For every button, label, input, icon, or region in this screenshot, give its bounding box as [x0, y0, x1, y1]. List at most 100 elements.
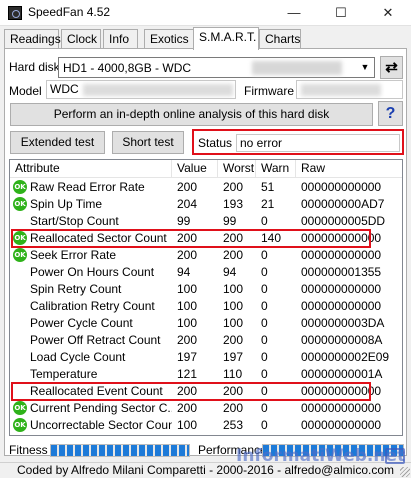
cell-attribute: Reallocated Sector Count [30, 231, 167, 245]
cell-warn: 0 [261, 265, 268, 279]
cell-warn: 0 [261, 316, 268, 330]
minimize-button[interactable]: — [271, 0, 317, 26]
cell-attribute: Spin Up Time [30, 197, 103, 211]
cell-attribute: Temperature [30, 367, 98, 381]
cell-attribute: Spin Retry Count [30, 282, 122, 296]
cell-value: 100 [177, 299, 198, 313]
cell-value: 197 [177, 350, 198, 364]
cell-warn: 0 [261, 367, 268, 381]
table-row[interactable]: Start/Stop Count 99 99 0 0000000005DD [10, 213, 402, 230]
cell-worst: 253 [223, 418, 244, 432]
hard-disk-select[interactable]: HD1 - 4000,8GB - WDC ▼ [58, 57, 375, 78]
cell-worst: 200 [223, 401, 244, 415]
resize-grip-icon[interactable] [400, 467, 410, 477]
cell-warn: 140 [261, 231, 282, 245]
column-attribute[interactable]: Attribute [10, 160, 172, 178]
tab-readings[interactable]: Readings [4, 29, 61, 49]
cell-worst: 200 [223, 333, 244, 347]
short-test-button[interactable]: Short test [112, 131, 184, 154]
watermark-monitor-icon [385, 448, 405, 464]
refresh-icon: ⇄ [385, 59, 398, 76]
cell-worst: 100 [223, 282, 244, 296]
cell-value: 204 [177, 197, 198, 211]
cell-value: 100 [177, 418, 198, 432]
model-label: Model [9, 84, 42, 98]
cell-value: 99 [177, 214, 191, 228]
tab-charts[interactable]: Charts [259, 29, 301, 49]
cell-raw: 000000000000 [301, 248, 382, 262]
table-row[interactable]: OK Raw Read Error Rate 200 200 51 00000000000… [10, 179, 402, 196]
table-row[interactable]: Power Off Retract Count 200 200 0 0000000000… [10, 332, 402, 349]
table-row[interactable]: Calibration Retry Count 100 100 0 0000000000… [10, 298, 402, 315]
column-worst[interactable]: Worst [218, 160, 256, 178]
table-row[interactable]: OK Spin Up Time 204 193 21 000000000AD7 [10, 196, 402, 213]
cell-raw: 0000000003DA [301, 316, 385, 330]
cell-worst: 200 [223, 180, 244, 194]
column-value[interactable]: Value [172, 160, 218, 178]
cell-raw: 00000000001A [301, 367, 383, 381]
cell-worst: 200 [223, 231, 244, 245]
cell-attribute: Start/Stop Count [30, 214, 119, 228]
table-row[interactable]: Reallocated Event Count 200 200 0 0000000000… [10, 383, 402, 400]
ok-status-icon: OK [13, 180, 27, 194]
cell-value: 121 [177, 367, 198, 381]
table-row[interactable]: Spin Retry Count 100 100 0 000000000000 [10, 281, 402, 298]
refresh-button[interactable]: ⇄ [380, 56, 403, 79]
cell-value: 200 [177, 231, 198, 245]
tab-exotics[interactable]: Exotics [144, 29, 194, 49]
table-row[interactable]: OK Uncorrectable Sector Count 100 253 0 00000… [10, 417, 402, 434]
status-highlight: Status no error [192, 129, 404, 155]
online-analysis-button[interactable]: Perform an in-depth online analysis of t… [10, 103, 373, 126]
cell-warn: 51 [261, 180, 275, 194]
hard-disk-label: Hard disk [9, 60, 60, 74]
column-warn[interactable]: Warn [256, 160, 296, 178]
fitness-label: Fitness [9, 443, 48, 457]
tab-info[interactable]: Info [103, 29, 138, 49]
title-bar: SpeedFan 4.52 — ☐ ✕ [0, 0, 411, 26]
cell-warn: 0 [261, 299, 268, 313]
model-field: WDC [46, 80, 236, 99]
smart-attributes-table[interactable]: Attribute Value Worst Warn Raw OK Raw Rea… [9, 159, 403, 436]
extended-test-button[interactable]: Extended test [10, 131, 105, 154]
cell-attribute: Seek Error Rate [30, 248, 117, 262]
cell-value: 200 [177, 401, 198, 415]
chevron-down-icon: ▼ [360, 62, 370, 72]
cell-raw: 000000000000 [301, 418, 382, 432]
cell-value: 100 [177, 316, 198, 330]
help-button[interactable]: ? [378, 101, 403, 126]
table-row[interactable]: Load Cycle Count 197 197 0 0000000002E09 [10, 349, 402, 366]
close-button[interactable]: ✕ [365, 0, 411, 26]
firmware-field [296, 80, 403, 99]
tab-clock[interactable]: Clock [61, 29, 101, 49]
fitness-meter [50, 444, 190, 457]
cell-warn: 0 [261, 248, 268, 262]
cell-worst: 94 [223, 265, 237, 279]
ok-status-icon: OK [13, 418, 27, 432]
window-title: SpeedFan 4.52 [28, 5, 111, 19]
cell-raw: 000000000000 [301, 384, 382, 398]
cell-raw: 000000001355 [301, 265, 382, 279]
column-raw[interactable]: Raw [296, 160, 402, 178]
tab-smart[interactable]: S.M.A.R.T. [193, 27, 259, 50]
table-row[interactable]: OK Seek Error Rate 200 200 0 000000000000 [10, 247, 402, 264]
maximize-button[interactable]: ☐ [318, 0, 364, 26]
table-row[interactable]: Power On Hours Count 94 94 0 000000001355 [10, 264, 402, 281]
table-row[interactable]: Power Cycle Count 100 100 0 0000000003DA [10, 315, 402, 332]
cell-raw: 00000000008A [301, 333, 383, 347]
cell-warn: 0 [261, 401, 268, 415]
app-icon [8, 6, 22, 20]
model-value: WDC [50, 82, 79, 96]
cell-worst: 110 [223, 367, 243, 381]
table-row[interactable]: OK Current Pending Sector C... 200 200 0 0000… [10, 400, 402, 417]
cell-raw: 000000000000 [301, 282, 382, 296]
ok-status-icon: OK [13, 231, 27, 245]
cell-attribute: Uncorrectable Sector Count [30, 418, 172, 432]
cell-warn: 0 [261, 418, 268, 432]
cell-value: 94 [177, 265, 191, 279]
hard-disk-select-value: HD1 - 4000,8GB - WDC [63, 61, 192, 75]
cell-value: 200 [177, 248, 198, 262]
cell-raw: 0000000002E09 [301, 350, 390, 364]
table-row[interactable]: Temperature 121 110 0 00000000001A [10, 366, 402, 383]
table-row[interactable]: OK Reallocated Sector Count 200 200 140 00000… [10, 230, 402, 247]
cell-warn: 0 [261, 350, 268, 364]
